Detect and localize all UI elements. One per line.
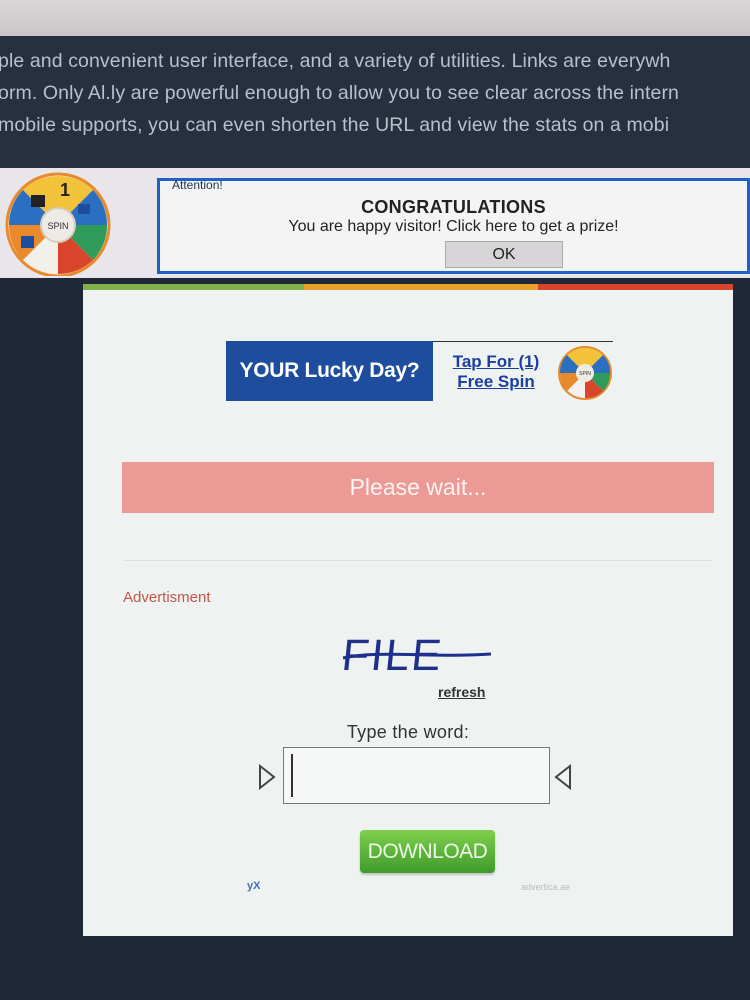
spin-wheel-icon[interactable]: SPIN 1 <box>3 170 113 276</box>
small-wheel-label: SPIN <box>579 371 591 377</box>
captcha-image: FILE <box>341 631 491 678</box>
please-wait-button[interactable]: Please wait... <box>122 462 714 513</box>
ok-button[interactable]: OK <box>445 241 563 268</box>
lucky-top-line <box>433 341 613 342</box>
congratulations-popup[interactable]: Attention! CONGRATULATIONS You are happy… <box>157 178 750 274</box>
wheel-top-number: 1 <box>60 180 70 200</box>
card-color-bar <box>83 284 733 290</box>
browser-top-strip <box>0 0 750 36</box>
intro-line-3: mobile supports, you can even shorten th… <box>0 114 670 136</box>
download-card: YOUR Lucky Day? Tap For (1) Free Spin SP… <box>83 284 733 936</box>
advertica-credit[interactable]: advertica.ae <box>521 882 570 892</box>
free-spin-label[interactable]: Free Spin <box>441 372 551 392</box>
attention-label: Attention! <box>172 178 223 192</box>
arrow-left-icon <box>554 764 571 790</box>
lucky-day-ad[interactable]: YOUR Lucky Day? Tap For (1) Free Spin SP… <box>226 341 616 401</box>
lucky-day-headline[interactable]: YOUR Lucky Day? <box>226 341 433 401</box>
advertisment-label: Advertisment <box>123 589 211 606</box>
yx-logo[interactable]: yX <box>247 880 260 892</box>
captcha-input[interactable] <box>283 747 550 804</box>
type-word-prompt: Type the word: <box>346 722 470 742</box>
free-spin-link[interactable]: Tap For (1) Free Spin <box>441 352 551 392</box>
tap-for-label[interactable]: Tap For (1) <box>441 352 551 372</box>
arrow-right-icon <box>259 764 276 790</box>
popup-title: CONGRATULATIONS <box>361 197 546 217</box>
intro-line-2: orm. Only Al.ly are powerful enough to a… <box>0 82 679 104</box>
intro-line-1: ple and convenient user interface, and a… <box>0 50 671 72</box>
text-caret <box>291 754 293 797</box>
wheel-center-label: SPIN <box>47 221 68 231</box>
small-spin-wheel-icon[interactable]: SPIN <box>557 345 613 401</box>
card-divider <box>123 560 713 561</box>
download-button[interactable]: DOWNLOAD <box>360 830 495 873</box>
captcha-refresh-link[interactable]: refresh <box>438 684 485 700</box>
intro-text-band: ple and convenient user interface, and a… <box>0 36 750 168</box>
popup-message[interactable]: You are happy visitor! Click here to get… <box>160 218 747 236</box>
